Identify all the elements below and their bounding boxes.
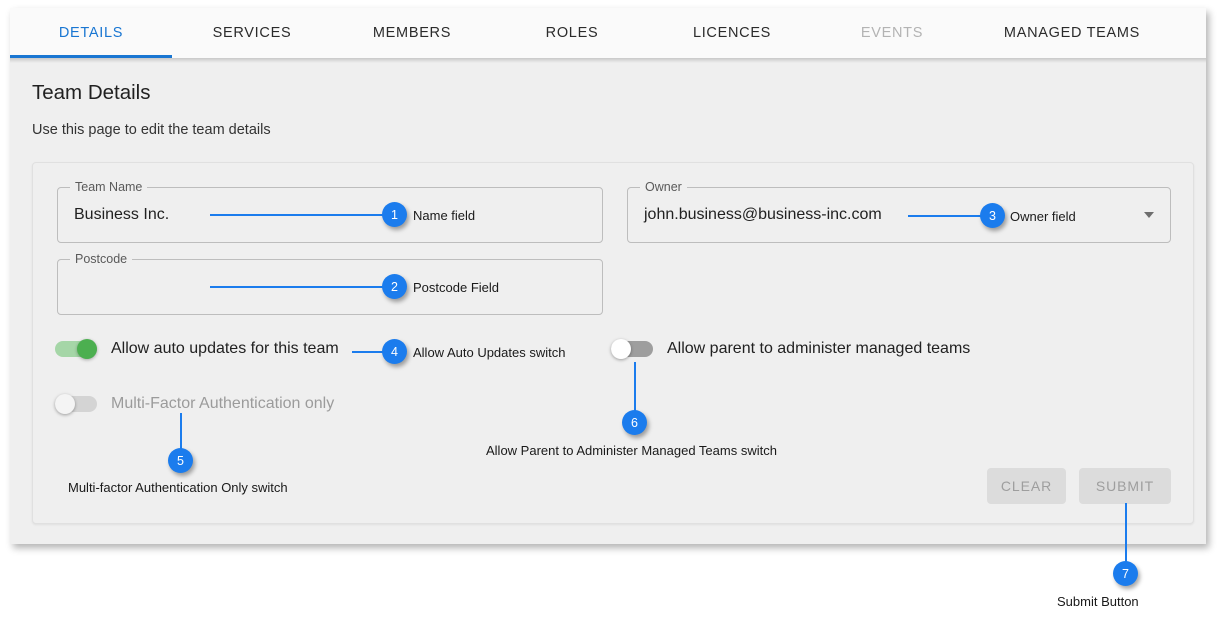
parent-admin-row[interactable]: Allow parent to administer managed teams <box>611 339 970 359</box>
callout-3-line <box>908 215 988 217</box>
tab-events-label: EVENTS <box>860 25 924 41</box>
callout-6-badge: 6 <box>622 410 647 435</box>
tab-members[interactable]: MEMBERS <box>332 8 492 58</box>
allow-parent-administer-switch[interactable] <box>611 339 653 359</box>
callout-2-text: Postcode Field <box>413 280 499 295</box>
callout-5-badge: 5 <box>168 448 193 473</box>
allow-parent-administer-label: Allow parent to administer managed teams <box>667 340 971 357</box>
submit-button[interactable]: SUBMIT <box>1079 468 1171 504</box>
callout-1-line <box>210 214 390 216</box>
callout-2-badge: 2 <box>382 274 407 299</box>
postcode-label: Postcode <box>70 252 133 266</box>
tab-details[interactable]: DETAILS <box>10 8 172 58</box>
callout-5-text: Multi-factor Authentication Only switch <box>68 480 288 495</box>
switch-thumb <box>77 339 97 359</box>
team-name-value: Business Inc. <box>74 206 170 223</box>
tab-roles[interactable]: ROLES <box>492 8 652 58</box>
allow-auto-updates-switch[interactable] <box>55 339 97 359</box>
tab-active-indicator <box>10 55 172 58</box>
callout-6-text: Allow Parent to Administer Managed Teams… <box>486 443 777 458</box>
tab-services[interactable]: SERVICES <box>172 8 332 58</box>
page-title: Team Details <box>32 81 151 104</box>
tab-events: EVENTS <box>812 8 972 58</box>
owner-label: Owner <box>640 180 687 194</box>
mfa-only-switch <box>55 394 97 414</box>
callout-3-text: Owner field <box>1010 209 1076 224</box>
mfa-only-row: Multi-Factor Authentication only <box>55 394 334 414</box>
callout-7-badge: 7 <box>1113 561 1138 586</box>
callout-4-text: Allow Auto Updates switch <box>413 345 566 360</box>
callout-7-line <box>1125 503 1127 565</box>
tab-roles-label: ROLES <box>545 25 599 41</box>
mfa-only-label: Multi-Factor Authentication only <box>111 395 335 412</box>
owner-value: john.business@business-inc.com <box>644 206 882 223</box>
callout-4-badge: 4 <box>382 339 407 364</box>
chevron-down-icon[interactable] <box>1144 212 1154 218</box>
tab-members-label: MEMBERS <box>372 25 452 41</box>
tab-managed-teams[interactable]: MANAGED TEAMS <box>972 8 1172 58</box>
callout-7-text: Submit Button <box>1057 594 1139 609</box>
switch-thumb <box>55 394 75 414</box>
team-name-label: Team Name <box>70 180 148 194</box>
clear-button[interactable]: CLEAR <box>987 468 1066 504</box>
allow-auto-updates-label: Allow auto updates for this team <box>111 340 339 357</box>
callout-1-text: Name field <box>413 208 476 223</box>
tab-managed-teams-label: MANAGED TEAMS <box>1003 25 1141 41</box>
app-root: DETAILS SERVICES MEMBERS ROLES LICENCES … <box>0 0 1228 624</box>
callout-2-line <box>210 286 390 288</box>
owner-field[interactable]: Owner john.business@business-inc.com <box>627 180 1171 243</box>
tab-services-label: SERVICES <box>212 25 292 41</box>
auto-updates-row[interactable]: Allow auto updates for this team <box>55 339 339 359</box>
tab-bar: DETAILS SERVICES MEMBERS ROLES LICENCES … <box>10 8 1206 58</box>
callout-3-badge: 3 <box>980 203 1005 228</box>
callout-6-line <box>634 362 636 414</box>
tab-licences-label: LICENCES <box>692 25 772 41</box>
tab-details-label: DETAILS <box>58 25 124 41</box>
callout-1-badge: 1 <box>382 202 407 227</box>
switch-thumb <box>611 339 631 359</box>
tab-licences[interactable]: LICENCES <box>652 8 812 58</box>
page-subtitle: Use this page to edit the team details <box>32 122 271 138</box>
